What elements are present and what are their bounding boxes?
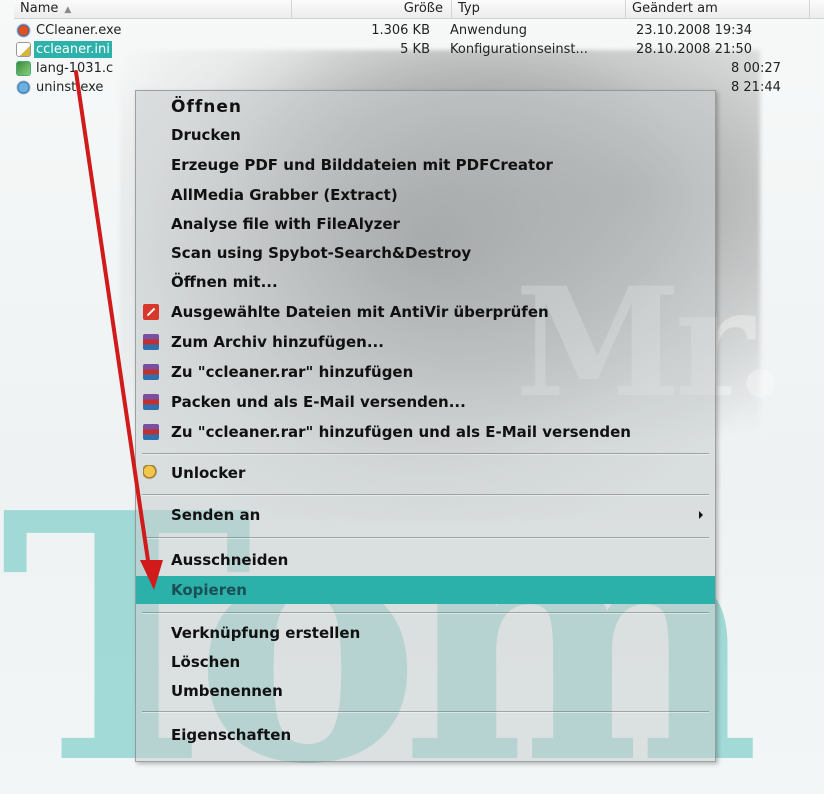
column-name-label: Name [20, 1, 59, 16]
menu-item-send-to[interactable]: Senden an [136, 501, 715, 529]
menu-item-label: Ausgewählte Dateien mit AntiVir überprüf… [171, 303, 549, 321]
menu-item-properties[interactable]: Eigenschaften [136, 721, 715, 749]
unlocker-icon [143, 465, 159, 481]
menu-item-filealyzer[interactable]: Analyse file with FileAlyzer [136, 210, 715, 238]
menu-item-label: Verknüpfung erstellen [171, 624, 361, 642]
menu-item-label: Unlocker [171, 464, 246, 482]
menu-item-open-with[interactable]: Öffnen mit... [136, 268, 715, 296]
menu-item-label: Umbenennen [171, 682, 283, 700]
uninstaller-icon [16, 80, 31, 95]
menu-separator [142, 453, 709, 455]
explorer-window: Mr. Tom Name▲ Größe Typ Geändert am CCle… [0, 0, 824, 794]
menu-separator [142, 494, 709, 496]
winrar-icon [143, 424, 159, 440]
menu-item-delete[interactable]: Löschen [136, 648, 715, 676]
ini-file-icon [16, 42, 31, 57]
language-file-icon [16, 61, 31, 76]
file-modified: 28.10.2008 21:50 [636, 42, 753, 57]
menu-item-copy[interactable]: Kopieren [136, 576, 715, 604]
file-name: CCleaner.exe [36, 23, 122, 38]
menu-item-cut[interactable]: Ausschneiden [136, 546, 715, 574]
column-type-header[interactable]: Typ [452, 0, 626, 18]
antivir-icon [143, 304, 159, 320]
menu-item-label: Ausschneiden [171, 551, 289, 569]
submenu-arrow-icon [699, 511, 703, 519]
menu-item-pack-and-email[interactable]: Packen und als E-Mail versenden... [136, 388, 715, 416]
menu-item-open[interactable]: Öffnen [136, 93, 715, 121]
column-header: Name ▲ Größe Typ Geändert am [14, 0, 824, 19]
sort-ascending-icon: ▲ [64, 5, 72, 15]
menu-item-label: Scan using Spybot-Search&Destroy [171, 244, 472, 262]
menu-item-unlocker[interactable]: Unlocker [136, 459, 715, 487]
menu-item-label: Zum Archiv hinzufügen... [171, 333, 384, 351]
menu-item-print[interactable]: Drucken [136, 121, 715, 149]
menu-item-label: Senden an [171, 506, 261, 524]
file-modified: 8 00:27 [731, 61, 781, 76]
menu-item-label: Zu "ccleaner.rar" hinzufügen und als E-M… [171, 423, 631, 441]
file-name: ccleaner.ini [34, 41, 112, 58]
menu-item-label: Kopieren [171, 581, 247, 599]
file-size: 1.306 KB [371, 23, 430, 38]
menu-item-label: Drucken [171, 126, 241, 144]
menu-item-add-to-rar[interactable]: Zu "ccleaner.rar" hinzufügen [136, 358, 715, 386]
menu-item-allmedia-grabber[interactable]: AllMedia Grabber (Extract) [136, 181, 715, 209]
file-modified: 23.10.2008 19:34 [636, 23, 753, 38]
menu-item-pdfcreator[interactable]: Erzeuge PDF und Bilddateien mit PDFCreat… [136, 151, 715, 179]
menu-item-antivir[interactable]: Ausgewählte Dateien mit AntiVir überprüf… [136, 298, 715, 326]
menu-item-label: Erzeuge PDF und Bilddateien mit PDFCreat… [171, 156, 553, 174]
file-type: Konfigurationseinst... [450, 42, 588, 57]
menu-item-label: Analyse file with FileAlyzer [171, 215, 400, 233]
menu-item-spybot[interactable]: Scan using Spybot-Search&Destroy [136, 239, 715, 267]
file-name: lang-1031.c [36, 61, 114, 76]
menu-item-rename[interactable]: Umbenennen [136, 677, 715, 705]
menu-separator [142, 537, 709, 539]
menu-item-label: AllMedia Grabber (Extract) [171, 186, 398, 204]
file-name: uninst.exe [36, 80, 104, 95]
menu-item-create-shortcut[interactable]: Verknüpfung erstellen [136, 619, 715, 647]
file-modified: 8 21:44 [731, 80, 781, 95]
winrar-icon [143, 334, 159, 350]
column-modified-header[interactable]: Geändert am [626, 0, 810, 18]
menu-item-label: Eigenschaften [171, 726, 292, 744]
menu-item-label: Löschen [171, 653, 241, 671]
menu-separator [142, 612, 709, 614]
menu-item-label: Packen und als E-Mail versenden... [171, 393, 466, 411]
menu-item-label: Öffnen mit... [171, 273, 278, 291]
context-menu: Öffnen Drucken Erzeuge PDF und Bilddatei… [135, 90, 716, 762]
menu-item-add-to-archive[interactable]: Zum Archiv hinzufügen... [136, 328, 715, 356]
column-size-header[interactable]: Größe [292, 0, 452, 18]
file-type: Anwendung [450, 23, 527, 38]
file-size: 5 KB [400, 42, 430, 57]
menu-item-label: Öffnen [171, 97, 242, 117]
winrar-icon [143, 364, 159, 380]
menu-separator [142, 711, 709, 713]
ccleaner-exe-icon [16, 23, 31, 38]
column-name-header[interactable]: Name ▲ [14, 0, 292, 18]
winrar-icon [143, 394, 159, 410]
menu-item-label: Zu "ccleaner.rar" hinzufügen [171, 363, 414, 381]
menu-item-add-to-rar-and-email[interactable]: Zu "ccleaner.rar" hinzufügen und als E-M… [136, 418, 715, 446]
